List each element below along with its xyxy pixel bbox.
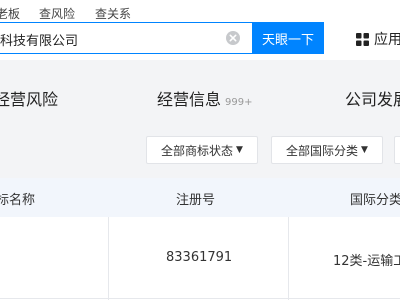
clear-icon[interactable] bbox=[225, 30, 241, 46]
trademark-status-label: 全部商标状态 bbox=[161, 143, 234, 158]
international-class-label: 全部国际分类 bbox=[286, 143, 359, 158]
tab-operation-info-label: 经营信息 bbox=[157, 90, 222, 109]
top-link-risk[interactable]: 查风险 bbox=[39, 5, 75, 22]
top-link-relation[interactable]: 查关系 bbox=[95, 5, 131, 22]
chevron-down-icon: ▼ bbox=[361, 145, 368, 155]
cell-intl-class: 12类-运输工 bbox=[333, 254, 400, 269]
international-class-dropdown[interactable]: 全部国际分类 ▼ bbox=[271, 136, 383, 164]
tab-company-development[interactable]: 公司发展 bbox=[345, 86, 400, 110]
tab-count-badge: 999+ bbox=[225, 97, 253, 108]
search-button[interactable]: 天眼一下 bbox=[252, 22, 324, 54]
apps-label[interactable]: 应用 bbox=[374, 29, 400, 49]
chevron-down-icon: ▼ bbox=[236, 145, 243, 155]
apps-grid-icon[interactable] bbox=[356, 31, 369, 46]
more-filter-dropdown[interactable] bbox=[394, 136, 400, 164]
cell-reg-number: 83361791 bbox=[166, 250, 233, 265]
row-divider bbox=[0, 298, 400, 299]
top-link-boss[interactable]: 老板 bbox=[0, 5, 20, 22]
column-header-intl-class: 国际分类 bbox=[350, 193, 400, 208]
tab-operation-risk[interactable]: 经营风险 bbox=[0, 86, 58, 110]
search-input-value[interactable]: 科技有限公司 bbox=[0, 30, 78, 49]
column-header-reg-number: 注册号 bbox=[176, 193, 216, 208]
tab-operation-info[interactable]: 经营信息 999+ bbox=[157, 86, 252, 110]
column-header-name: 标名称 bbox=[0, 193, 36, 208]
column-divider bbox=[108, 217, 109, 300]
column-divider bbox=[288, 217, 289, 300]
trademark-status-dropdown[interactable]: 全部商标状态 ▼ bbox=[146, 136, 258, 164]
